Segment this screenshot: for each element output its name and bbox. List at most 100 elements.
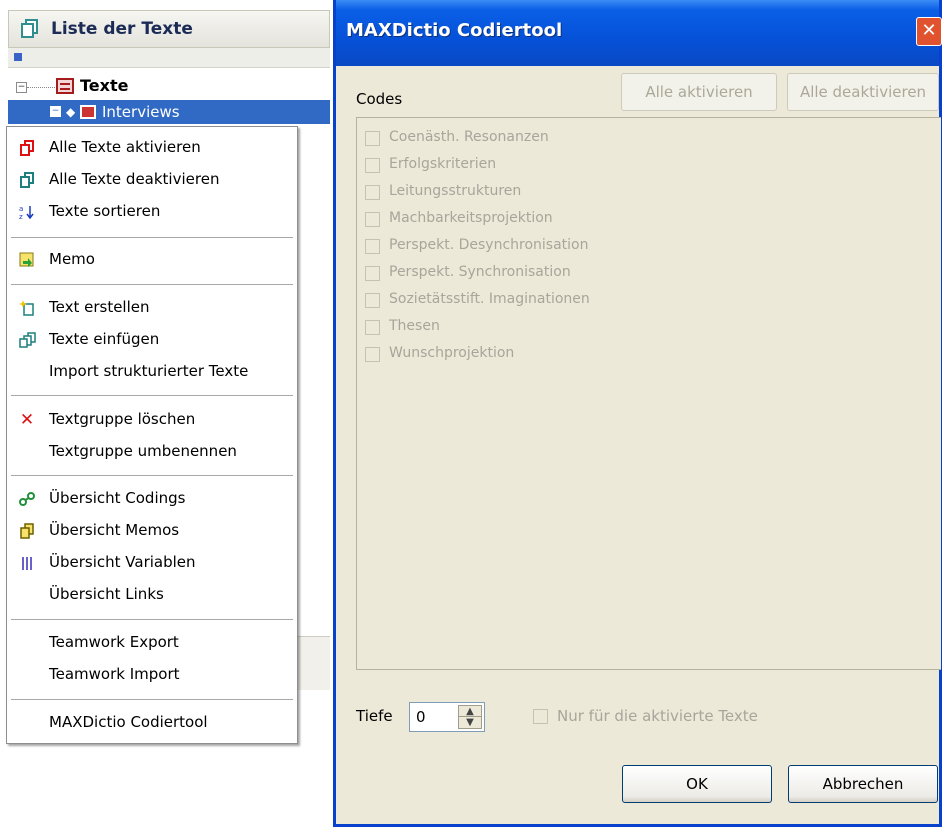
menu-item-texte-einfuegen[interactable]: Texte einfügen [7, 324, 297, 356]
collapse-icon[interactable]: − [50, 106, 61, 117]
code-checkbox[interactable] [365, 185, 380, 200]
menu-item-memo[interactable]: Memo [7, 244, 297, 276]
code-label: Machbarkeitsprojektion [389, 210, 553, 226]
code-checkbox[interactable] [365, 266, 380, 281]
menu-item-label: Textgruppe umbenennen [49, 442, 237, 460]
activate-all-button[interactable]: Alle aktivieren [621, 73, 777, 111]
depth-label: Tiefe [356, 707, 393, 725]
spin-up-button[interactable]: ▲ [459, 706, 481, 717]
menu-item-text-erstellen[interactable]: Text erstellen [7, 292, 297, 324]
tree-node-label: Interviews [102, 103, 180, 121]
collapse-icon[interactable]: − [16, 82, 27, 93]
codes-list: Coenästh. Resonanzen Erfolgskriterien Le… [356, 117, 941, 670]
code-label: Perspekt. Desynchronisation [389, 237, 589, 253]
menu-item-label: Übersicht Variablen [49, 553, 196, 571]
text-list-toolbar [8, 48, 330, 68]
code-label: Leitungsstrukturen [389, 183, 522, 199]
depth-spinner[interactable]: 0 ▲ ▼ [409, 702, 485, 732]
code-label: Thesen [389, 318, 440, 334]
menu-item-label: Übersicht Links [49, 585, 164, 603]
menu-item-label: Text erstellen [49, 298, 150, 316]
code-label: Erfolgskriterien [389, 156, 497, 172]
deactivate-all-button[interactable]: Alle deaktivieren [787, 73, 939, 111]
only-active-texts-checkbox[interactable] [533, 709, 548, 724]
menu-item-textgruppe-loeschen[interactable]: ✕ Textgruppe löschen [7, 404, 297, 436]
dialog-titlebar[interactable]: MAXDictio Codiertool ✕ [336, 0, 942, 66]
svg-text:z: z [19, 213, 23, 220]
menu-separator [11, 475, 293, 477]
close-button[interactable]: ✕ [916, 17, 942, 46]
activation-toggle-icon[interactable] [14, 53, 22, 61]
menu-item-import-strukturierter-texte[interactable]: Import strukturierter Texte [7, 356, 297, 388]
menu-item-uebersicht-variablen[interactable]: Übersicht Variablen [7, 547, 297, 579]
codes-label: Codes [356, 90, 403, 108]
cancel-button[interactable]: Abbrechen [788, 765, 938, 803]
code-label: Sozietätsstift. Imaginationen [389, 291, 590, 307]
context-menu: Alle Texte aktivieren Alle Texte deaktiv… [6, 126, 298, 744]
code-checkbox[interactable] [365, 293, 380, 308]
svg-text:a: a [19, 205, 23, 213]
menu-item-label: Übersicht Codings [49, 489, 186, 507]
tree-connector [27, 87, 55, 88]
menu-item-label: Texte einfügen [49, 330, 160, 348]
code-label: Coenästh. Resonanzen [389, 129, 549, 145]
code-label: Wunschprojektion [389, 345, 515, 361]
menu-item-label: Texte sortieren [49, 202, 161, 220]
sort-az-icon: az [19, 204, 35, 221]
menu-item-alle-texte-deaktivieren[interactable]: Alle Texte deaktivieren [7, 164, 297, 196]
memo-icon [19, 252, 35, 268]
menu-item-teamwork-export[interactable]: Teamwork Export [7, 627, 297, 659]
delete-x-icon: ✕ [19, 410, 35, 430]
memos-icon [19, 523, 35, 539]
menu-separator [11, 699, 293, 701]
text-list-title: Liste der Texte [51, 19, 193, 39]
text-list-header: Liste der Texte [8, 10, 330, 48]
codiertool-dialog: MAXDictio Codiertool ✕ Codes Alle aktivi… [333, 0, 942, 827]
menu-item-uebersicht-codings[interactable]: Übersicht Codings [7, 483, 297, 515]
menu-item-label: Übersicht Memos [49, 521, 180, 539]
menu-item-texte-sortieren[interactable]: az Texte sortieren [7, 196, 297, 228]
code-checkbox[interactable] [365, 158, 380, 173]
menu-item-label: Alle Texte aktivieren [49, 138, 201, 156]
code-checkbox[interactable] [365, 131, 380, 146]
code-checkbox[interactable] [365, 239, 380, 254]
menu-item-label: Import strukturierter Texte [49, 362, 249, 380]
menu-item-label: Textgruppe löschen [49, 410, 196, 428]
menu-item-uebersicht-memos[interactable]: Übersicht Memos [7, 515, 297, 547]
variables-icon [19, 555, 35, 571]
code-checkbox[interactable] [365, 320, 380, 335]
menu-separator [11, 237, 293, 239]
menu-separator [11, 619, 293, 621]
menu-item-label: MAXDictio Codiertool [49, 713, 208, 731]
tree-node-label: Texte [80, 76, 129, 95]
dialog-title: MAXDictio Codiertool [346, 20, 563, 41]
menu-item-textgruppe-umbenennen[interactable]: Textgruppe umbenennen [7, 436, 297, 468]
depth-value[interactable]: 0 [416, 708, 426, 726]
menu-item-label: Alle Texte deaktivieren [49, 170, 220, 188]
ok-button[interactable]: OK [622, 765, 772, 803]
only-active-texts-label: Nur für die aktivierte Texte [557, 707, 758, 725]
menu-item-uebersicht-links[interactable]: Übersicht Links [7, 579, 297, 611]
menu-item-alle-texte-aktivieren[interactable]: Alle Texte aktivieren [7, 132, 297, 164]
codings-icon [19, 491, 35, 507]
menu-item-teamwork-import[interactable]: Teamwork Import [7, 659, 297, 691]
code-checkbox[interactable] [365, 347, 380, 362]
menu-item-label: Teamwork Import [49, 665, 180, 683]
spin-buttons: ▲ ▼ [458, 705, 482, 729]
menu-item-maxdictio-codiertool[interactable]: MAXDictio Codiertool [7, 707, 297, 739]
insert-texts-icon [19, 332, 36, 348]
diamond-icon: ◆ [66, 105, 76, 119]
tree-node-texte[interactable]: − Texte [8, 74, 330, 98]
spin-down-button[interactable]: ▼ [459, 717, 481, 728]
red-pages-icon [19, 140, 35, 156]
menu-separator [11, 284, 293, 286]
menu-separator [11, 395, 293, 397]
tree-node-interviews[interactable]: − ◆ Interviews [8, 100, 330, 124]
document-list-icon [21, 19, 39, 39]
code-checkbox[interactable] [365, 212, 380, 227]
text-group-root-icon [56, 78, 74, 94]
new-text-icon [19, 300, 35, 316]
menu-item-label: Teamwork Export [49, 633, 179, 651]
teal-pages-icon [19, 172, 35, 188]
menu-item-label: Memo [49, 250, 95, 268]
